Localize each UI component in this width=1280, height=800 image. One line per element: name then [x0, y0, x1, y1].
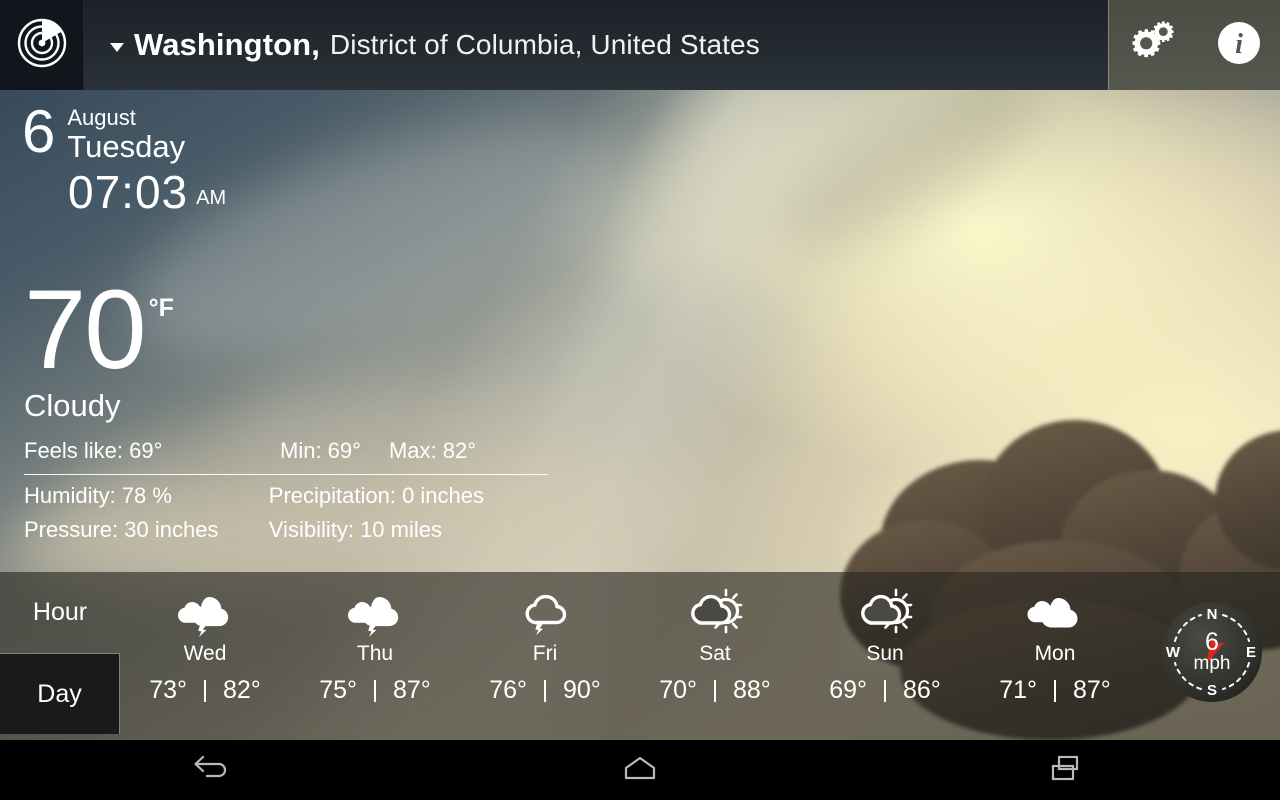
forecast-day-item[interactable]: Sat 70° 88° [630, 572, 800, 740]
temperature-block: 70 °F [0, 267, 640, 392]
temp-separator [714, 679, 716, 702]
wind-unit: mph [1193, 653, 1231, 674]
visibility-value: Visibility: 10 miles [268, 517, 442, 542]
radar-logo-icon [16, 17, 68, 74]
info-icon[interactable]: i [1215, 19, 1263, 72]
date-block: 6 August Tuesday [0, 90, 640, 164]
max-temp-value: Max: 82° [388, 438, 477, 463]
forecast-day-name: Sun [866, 642, 904, 665]
daily-forecast-list: Wed 73° 82° Thu 75° 87° Fri 76° 90° Sat … [120, 572, 1140, 740]
recent-apps-icon [1045, 753, 1089, 788]
top-bar-actions: i [1108, 0, 1280, 90]
forecast-day-name: Sat [699, 642, 731, 665]
android-navigation-bar [0, 740, 1280, 800]
temp-separator [884, 679, 886, 702]
forecast-high: 82° [223, 676, 261, 704]
wind-compass[interactable]: N S E W 6 mph [1160, 600, 1264, 704]
forecast-day-name: Wed [183, 642, 227, 665]
forecast-day-name: Mon [1034, 642, 1076, 665]
feels-like-value: Feels like: 69° [24, 438, 163, 463]
forecast-day-item[interactable]: Fri 76° 90° [460, 572, 630, 740]
forecast-low: 69° [829, 676, 867, 704]
temperature-unit: °F [148, 294, 174, 322]
app-logo-button[interactable] [0, 0, 84, 90]
forecast-day-item[interactable]: Wed 73° 82° [120, 572, 290, 740]
forecast-day-name: Thu [356, 642, 394, 665]
tab-day-label: Day [37, 679, 82, 708]
clock-block: 07:03 AM [0, 166, 640, 218]
forecast-high: 90° [563, 676, 601, 704]
temp-separator [1054, 679, 1056, 702]
cloud-sun-lightning-icon [172, 586, 238, 638]
pressure-value: Pressure: 30 inches [24, 517, 219, 542]
date-weekday: Tuesday [67, 129, 186, 164]
forecast-low: 76° [489, 676, 527, 704]
back-arrow-icon [191, 753, 235, 788]
precipitation-value: Precipitation: 0 inches [268, 483, 485, 508]
cloud-icon [1022, 586, 1088, 638]
tab-hour-label: Hour [32, 598, 88, 626]
home-icon [618, 753, 662, 788]
location-selector[interactable]: Washington, District of Columbia, United… [84, 0, 1108, 90]
current-conditions-panel: 6 August Tuesday 07:03 AM 70 °F Cloudy F… [0, 90, 640, 543]
forecast-high: 87° [1073, 676, 1111, 704]
weather-condition: Cloudy [24, 388, 121, 423]
chevron-down-icon [110, 42, 124, 52]
location-region: District of Columbia, United States [329, 29, 760, 60]
temp-separator [544, 679, 546, 702]
top-app-bar: Washington, District of Columbia, United… [0, 0, 1280, 90]
home-button[interactable] [427, 740, 854, 800]
sun-behind-cloud-icon [852, 586, 918, 638]
date-month: August [67, 105, 136, 130]
wind-speed: 6 [1205, 628, 1219, 656]
tab-day[interactable]: Day [0, 653, 120, 734]
current-temperature: 70 [24, 267, 147, 392]
sun-behind-cloud-icon [682, 586, 748, 638]
cloud-sun-lightning-icon [342, 586, 408, 638]
forecast-high: 88° [733, 676, 771, 704]
forecast-day-name: Fri [532, 642, 558, 665]
back-button[interactable] [0, 740, 427, 800]
forecast-low: 75° [319, 676, 357, 704]
forecast-day-item[interactable]: Mon 71° 87° [970, 572, 1140, 740]
forecast-low: 70° [659, 676, 697, 704]
current-time: 07:03 [68, 166, 189, 218]
tab-hour[interactable]: Hour [0, 572, 120, 653]
svg-text:i: i [1235, 29, 1243, 60]
forecast-day-item[interactable]: Thu 75° 87° [290, 572, 460, 740]
forecast-low: 73° [149, 676, 187, 704]
location-city: Washington, [134, 27, 320, 62]
temp-separator [374, 679, 376, 702]
min-temp-value: Min: 69° [280, 438, 361, 463]
date-day-number: 6 [22, 98, 56, 165]
weather-app-screen: Washington, District of Columbia, United… [0, 0, 1280, 800]
cloud-lightning-icon [512, 586, 578, 638]
details-rows: Feels like: 69° Min: 69° Max: 82° Humidi… [0, 438, 548, 543]
forecast-high: 87° [393, 676, 431, 704]
time-meridiem: AM [196, 187, 227, 209]
temp-separator [204, 679, 206, 702]
forecast-low: 71° [999, 676, 1037, 704]
forecast-strip: Hour Day Wed 73° 82° Thu 75° 87° Fri 76°… [0, 572, 1280, 740]
recent-apps-button[interactable] [853, 740, 1280, 800]
wind-readout: 6 mph [1160, 600, 1264, 704]
gear-icon[interactable] [1126, 15, 1182, 76]
humidity-value: Humidity: 78 % [24, 483, 172, 508]
forecast-tabs: Hour Day [0, 572, 120, 740]
forecast-high: 86° [903, 676, 941, 704]
forecast-day-item[interactable]: Sun 69° 86° [800, 572, 970, 740]
